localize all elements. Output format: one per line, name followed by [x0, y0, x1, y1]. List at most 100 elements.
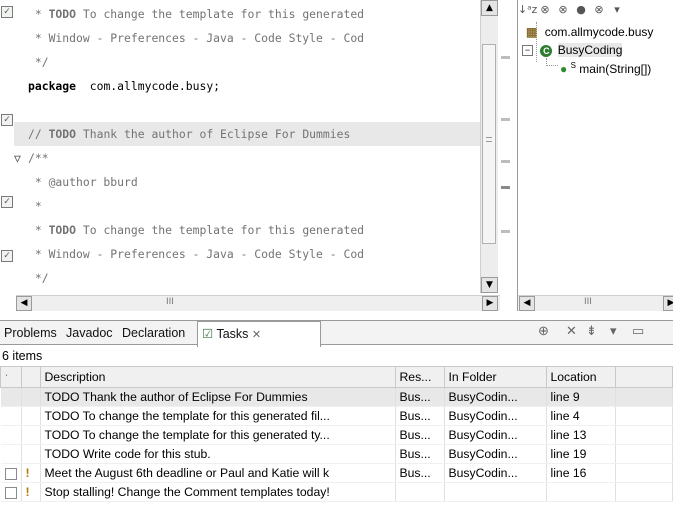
code-area[interactable]: * TODO To change the template for this g…: [14, 0, 480, 293]
cell-completed[interactable]: [0, 482, 22, 502]
cell-completed[interactable]: [0, 463, 22, 483]
hide-local-icon[interactable]: ⊗: [590, 0, 608, 20]
cell-description: Meet the August 6th deadline or Paul and…: [40, 463, 396, 483]
table-row[interactable]: ! Stop stalling! Change the Comment templ…: [0, 482, 673, 502]
code-token: //: [28, 127, 49, 141]
tab-javadoc[interactable]: Javadoc: [62, 321, 117, 345]
code-line[interactable]: * Window - Preferences - Java - Code Sty…: [14, 26, 480, 50]
scroll-right-arrow-icon[interactable]: ▶: [482, 296, 498, 311]
class-icon: C: [540, 44, 553, 57]
task-marker-icon[interactable]: ✓: [1, 114, 13, 126]
scroll-right-arrow-icon[interactable]: ▶: [663, 296, 673, 311]
code-line[interactable]: // TODO Thank the author of Eclipse For …: [14, 122, 480, 146]
scroll-up-arrow-icon[interactable]: ▲: [481, 0, 498, 16]
class-label: BusyCoding: [557, 43, 623, 57]
tasks-panel: Problems Javadoc Declaration ☑ Tasks ✕ ⊕…: [0, 320, 673, 515]
cell-completed[interactable]: [0, 444, 22, 464]
cell-completed[interactable]: [0, 387, 22, 407]
cell-folder: BusyCodin...: [444, 406, 547, 426]
method-node[interactable]: ● S main(String[]): [560, 58, 651, 76]
close-icon[interactable]: ✕: [252, 329, 261, 341]
fold-toggle-icon[interactable]: ▽: [14, 290, 28, 293]
overview-ruler[interactable]: [498, 0, 516, 293]
cell-priority: [21, 425, 41, 445]
cell-description: TODO Write code for this stub.: [40, 444, 396, 464]
view-menu-icon[interactable]: ▾: [610, 323, 617, 339]
code-line[interactable]: */: [14, 266, 480, 290]
table-row[interactable]: TODO Write code for this stub. Bus... Busy…: [0, 444, 673, 464]
col-header-completed[interactable]: ˈ: [0, 366, 22, 388]
scroll-left-arrow-icon[interactable]: ◀: [519, 296, 535, 311]
overview-marker[interactable]: [501, 230, 510, 233]
cell-completed[interactable]: [0, 425, 22, 445]
code-line[interactable]: ▽/**: [14, 146, 480, 170]
code-line[interactable]: * Window - Preferences - Java - Code Sty…: [14, 242, 480, 266]
collapse-toggle-icon[interactable]: −: [522, 45, 533, 57]
class-node[interactable]: − C BusyCoding: [522, 42, 623, 58]
tab-problems[interactable]: Problems: [0, 321, 61, 345]
overview-marker[interactable]: [501, 56, 510, 59]
code-line[interactable]: * TODO To change the template for this g…: [14, 218, 480, 242]
tasks-table[interactable]: ˈ Description Res... In Folder Location …: [0, 366, 673, 502]
code-token: com.allmycode.busy;: [76, 79, 221, 93]
cell-resource: Bus...: [395, 387, 445, 407]
java-editor[interactable]: ✓ ✓ ✓ ✓ * TODO To change the template fo…: [0, 0, 516, 311]
package-node[interactable]: ▦ com.allmycode.busy: [526, 24, 653, 40]
code-line[interactable]: package com.allmycode.busy;: [14, 74, 480, 98]
hide-fields-icon[interactable]: ⊗: [536, 0, 554, 20]
editor-scroll-thumb[interactable]: [482, 44, 496, 244]
scroll-down-arrow-icon[interactable]: ▼: [481, 277, 498, 293]
hide-static-icon[interactable]: ⊗: [554, 0, 572, 20]
view-menu-icon[interactable]: ▾: [608, 0, 626, 20]
overview-marker[interactable]: [501, 160, 510, 163]
delete-completed-icon[interactable]: ✕: [566, 323, 577, 339]
code-line[interactable]: */: [14, 50, 480, 74]
editor-horizontal-scrollbar[interactable]: ◀ III ▶: [16, 295, 500, 311]
scroll-grip: III: [166, 297, 174, 307]
cell-location: line 16: [546, 463, 616, 483]
cell-filler: [615, 444, 673, 464]
outline-view[interactable]: ↓ᵃz ⊗ ⊗ ● ⊗ ▾ ▦ com.allmycode.busy − C BusyCo…: [517, 0, 673, 311]
table-row[interactable]: TODO To change the template for this gen…: [0, 425, 673, 445]
cell-folder: BusyCodin...: [444, 463, 547, 483]
col-header-resource[interactable]: Res...: [394, 366, 445, 388]
col-header-location[interactable]: Location: [545, 366, 616, 388]
overview-marker[interactable]: [501, 118, 510, 121]
table-row[interactable]: TODO Thank the author of Eclipse For Dum…: [0, 387, 673, 407]
tab-declaration[interactable]: Declaration: [118, 321, 189, 345]
code-token: */: [28, 271, 49, 285]
code-line[interactable]: [14, 98, 480, 122]
cell-resource: Bus...: [395, 463, 445, 483]
cell-filler: [615, 482, 673, 502]
col-header-description[interactable]: Description: [39, 366, 396, 388]
col-header-priority[interactable]: [20, 366, 41, 388]
fold-toggle-icon[interactable]: ▽: [14, 146, 28, 170]
package-label: com.allmycode.busy: [544, 25, 654, 39]
code-line[interactable]: ▽public class BusyCoding {: [14, 290, 480, 293]
new-task-icon[interactable]: ⊕: [538, 323, 549, 339]
code-token: /**: [28, 151, 49, 165]
minimize-icon[interactable]: ▭: [632, 323, 644, 339]
task-marker-icon[interactable]: ✓: [1, 250, 13, 262]
code-token: *: [28, 199, 42, 213]
code-line[interactable]: * @author bburd: [14, 170, 480, 194]
completed-checkbox[interactable]: [4, 486, 17, 499]
table-row[interactable]: TODO To change the template for this gen…: [0, 406, 673, 426]
table-row[interactable]: ! Meet the August 6th deadline or Paul an…: [0, 463, 673, 483]
cell-completed[interactable]: [0, 406, 22, 426]
col-header-folder[interactable]: In Folder: [443, 366, 547, 388]
sort-az-icon[interactable]: ↓ᵃz: [518, 0, 537, 20]
scroll-left-arrow-icon[interactable]: ◀: [16, 296, 32, 311]
code-line[interactable]: * TODO To change the template for this g…: [14, 2, 480, 26]
cell-resource: Bus...: [395, 406, 445, 426]
hide-nonpublic-icon[interactable]: ●: [572, 0, 590, 20]
cell-resource: Bus...: [395, 425, 445, 445]
completed-checkbox[interactable]: [4, 467, 17, 480]
task-marker-icon[interactable]: ✓: [1, 196, 13, 208]
tab-tasks[interactable]: ☑ Tasks ✕: [197, 321, 321, 347]
code-line[interactable]: *: [14, 194, 480, 218]
overview-marker[interactable]: [501, 186, 510, 189]
outline-horizontal-scrollbar[interactable]: ◀ III ▶: [518, 295, 673, 311]
task-marker-icon[interactable]: ✓: [1, 6, 13, 18]
filter-icon[interactable]: ⇟: [586, 323, 597, 339]
